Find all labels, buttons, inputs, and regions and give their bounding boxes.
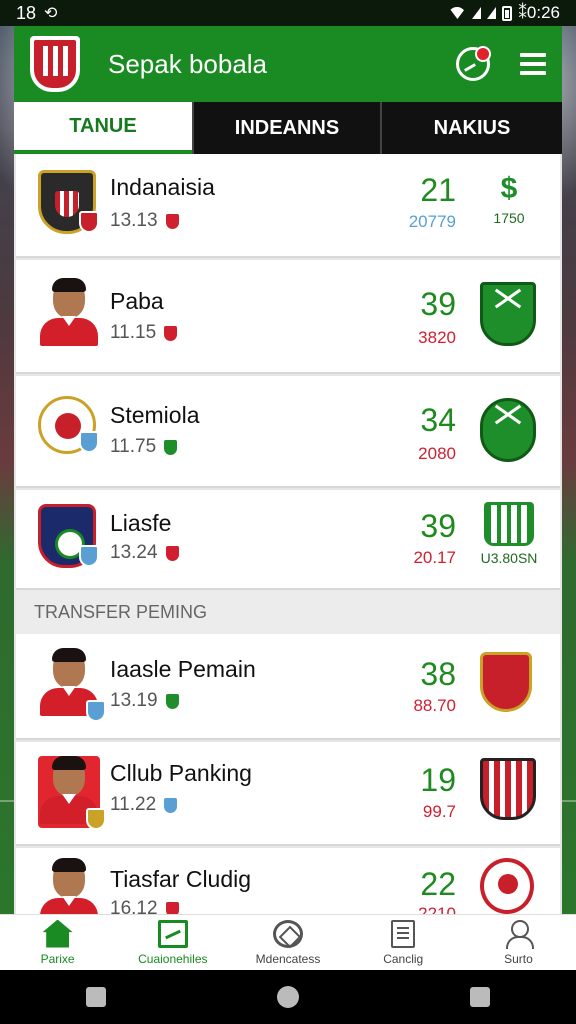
player-avatar — [38, 278, 100, 348]
nav-item-parixe[interactable]: Parixe — [0, 915, 115, 970]
item-name: Tiasfar Cludig — [110, 866, 252, 892]
notification-icon: ⟲ — [44, 5, 58, 22]
nav-label: Mdencatess — [255, 951, 321, 966]
nav-item-mdencatess[interactable]: Mdencatess — [230, 915, 345, 970]
hamburger-menu-icon[interactable] — [520, 53, 546, 75]
item-name: Paba — [110, 288, 164, 314]
home-button[interactable] — [276, 986, 299, 1008]
red-badge-icon — [165, 901, 179, 914]
club-badge-icon: U3.80SN — [480, 502, 538, 568]
round-crest-icon — [480, 858, 538, 914]
item-sub: 16.12 — [110, 898, 179, 914]
item-score: 39 — [420, 508, 456, 544]
badge-text: U3.80SN — [480, 550, 538, 566]
status-time-left: 18 — [16, 2, 37, 23]
tab-bar: TANUE INDEANNS NAKIUS — [14, 102, 562, 154]
list-item[interactable]: Cllub Panking 11.22 19 99.7 — [16, 742, 560, 846]
bottom-nav: Parixe Cuaionehiles Mdencatess Canclig S… — [0, 914, 576, 970]
section-header: TRANSFER PEMING — [16, 590, 560, 634]
item-name: Stemiola — [110, 402, 200, 428]
list-item[interactable]: Liasfe 13.24 39 20.17 U3.80SN — [16, 490, 560, 590]
item-score-sub: 2080 — [418, 444, 456, 463]
signal-icon-2 — [487, 7, 497, 19]
document-icon — [391, 919, 416, 948]
soccer-ball-icon[interactable] — [456, 46, 491, 81]
item-sub: 11.15 — [110, 322, 178, 344]
club-crest-icon — [480, 652, 538, 718]
nav-label: Parixe — [40, 951, 75, 966]
list-item[interactable]: Paba 11.15 39 3820 — [16, 260, 560, 374]
battery-icon — [502, 5, 513, 21]
club-crest-icon — [38, 396, 100, 466]
item-score: 39 — [420, 286, 456, 322]
item-score-sub: 20779 — [408, 212, 456, 231]
nav-item-canclig[interactable]: Canclig — [346, 915, 461, 970]
item-name: Iaasle Pemain — [110, 656, 256, 682]
item-score: 34 — [420, 402, 456, 438]
blue-badge-icon — [164, 797, 178, 813]
status-bar: 18 ⟲ ⁑0:26 — [0, 0, 576, 26]
status-time-right: ⁑0:26 — [518, 3, 560, 22]
red-badge-icon — [164, 325, 178, 341]
item-name: Liasfe — [110, 510, 172, 536]
list-item[interactable]: Iaasle Pemain 13.19 38 88.70 — [16, 634, 560, 740]
signal-icon — [472, 7, 482, 19]
item-sub: 11.75 — [110, 436, 178, 458]
nav-label: Cuaionehiles — [138, 951, 208, 966]
badge-text: 1750 — [493, 210, 525, 226]
nav-label: Canclig — [383, 951, 424, 966]
list-item[interactable]: Indanaisia 13.13 21 20779 $ 1750 — [16, 154, 560, 258]
red-badge-icon — [165, 545, 179, 561]
back-button[interactable] — [85, 987, 106, 1007]
item-score-sub: 2210 — [418, 904, 456, 914]
tab-tanue[interactable]: TANUE — [14, 102, 192, 154]
tab-indeanns[interactable]: INDEANNS — [192, 102, 380, 154]
wifi-icon — [448, 7, 467, 19]
item-score-sub: 3820 — [418, 328, 456, 347]
player-avatar — [38, 858, 100, 914]
item-sub: 11.22 — [110, 794, 178, 816]
item-score-sub: 20.17 — [413, 548, 456, 567]
nav-item-cuaionehiles[interactable]: Cuaionehiles — [115, 915, 230, 970]
profile-icon — [503, 919, 535, 949]
tab-nakius[interactable]: NAKIUS — [380, 102, 562, 154]
ranking-list: Indanaisia 13.13 21 20779 $ 1750 Paba 11… — [14, 154, 562, 914]
green-badge-icon — [164, 439, 178, 455]
green-badge-icon — [165, 693, 179, 709]
red-badge-icon — [165, 213, 179, 229]
striped-shield-icon — [480, 758, 538, 824]
item-sub: 13.24 — [110, 542, 179, 564]
item-name: Indanaisia — [110, 174, 215, 200]
app-title: Sepak bobala — [108, 48, 268, 79]
club-crest-icon — [38, 170, 100, 240]
currency-icon: $ 1750 — [480, 172, 538, 238]
item-score: 22 — [420, 866, 456, 902]
tactics-board-icon — [157, 919, 188, 948]
green-shield-icon — [480, 398, 538, 464]
green-shield-icon — [480, 282, 538, 348]
item-score: 38 — [420, 656, 456, 692]
system-nav-bar — [0, 970, 576, 1024]
item-score: 19 — [420, 762, 456, 798]
ball-icon — [273, 919, 303, 948]
list-item[interactable]: Tiasfar Cludig 16.12 22 2210 — [16, 848, 560, 914]
app-logo-icon — [30, 36, 80, 92]
item-name: Cllub Panking — [110, 760, 252, 786]
list-item[interactable]: Stemiola 11.75 34 2080 — [16, 376, 560, 488]
player-avatar — [38, 648, 106, 722]
home-icon — [42, 919, 73, 948]
item-score-sub: 88.70 — [413, 696, 456, 715]
item-score: 21 — [420, 172, 456, 208]
item-sub: 13.13 — [110, 210, 179, 232]
nav-label: Surto — [504, 951, 533, 966]
player-avatar — [38, 756, 106, 830]
nav-item-surto[interactable]: Surto — [461, 915, 576, 970]
app-bar: Sepak bobala — [14, 26, 562, 102]
club-crest-icon — [38, 504, 100, 574]
recents-button[interactable] — [470, 987, 491, 1007]
item-sub: 13.19 — [110, 690, 179, 712]
item-score-sub: 99.7 — [422, 802, 456, 821]
